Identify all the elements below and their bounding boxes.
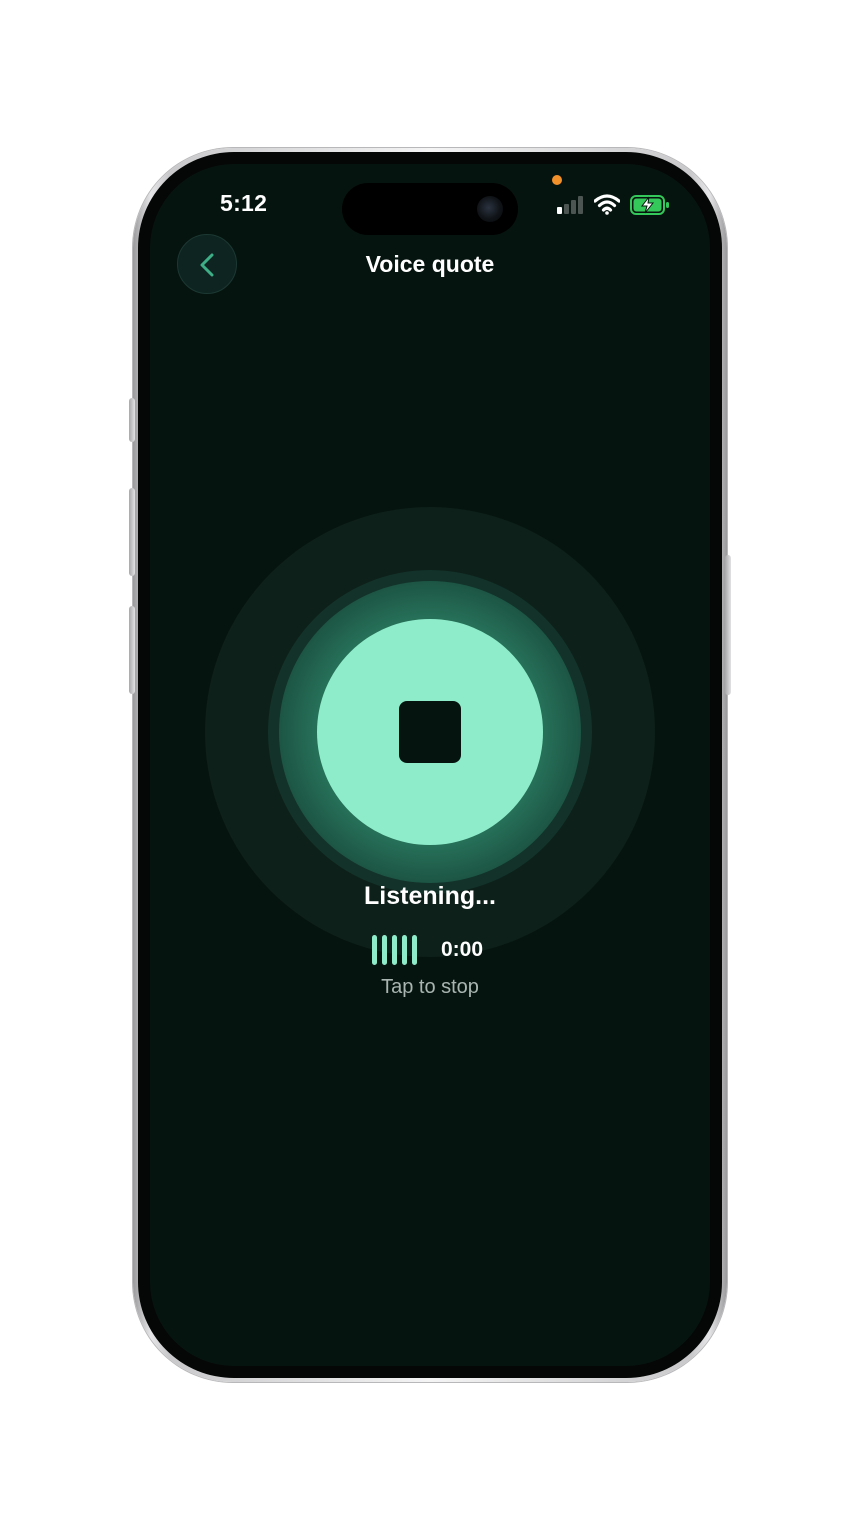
- privacy-indicator: [552, 175, 562, 185]
- tap-to-stop-hint: Tap to stop: [381, 976, 479, 998]
- battery-charging-icon: [630, 195, 669, 215]
- front-camera: [477, 196, 503, 222]
- power-button: [725, 555, 731, 695]
- stop-icon: [399, 701, 461, 763]
- waveform-icon: [372, 935, 424, 965]
- dynamic-island: [342, 183, 518, 235]
- page-title: Voice quote: [365, 251, 495, 277]
- action-button: [129, 398, 135, 442]
- status-time: 5:12: [220, 190, 268, 216]
- volume-up-button: [129, 488, 135, 576]
- listening-status: Listening...: [364, 882, 496, 910]
- signal-icon: [557, 195, 585, 214]
- stop-recording-button[interactable]: [317, 619, 543, 845]
- wifi-icon: [594, 194, 620, 215]
- recording-timer: 0:00: [441, 938, 484, 961]
- app-screen: 5:12 Voice quote Listening... 0:00 Tap t…: [150, 164, 710, 1366]
- volume-down-button: [129, 606, 135, 694]
